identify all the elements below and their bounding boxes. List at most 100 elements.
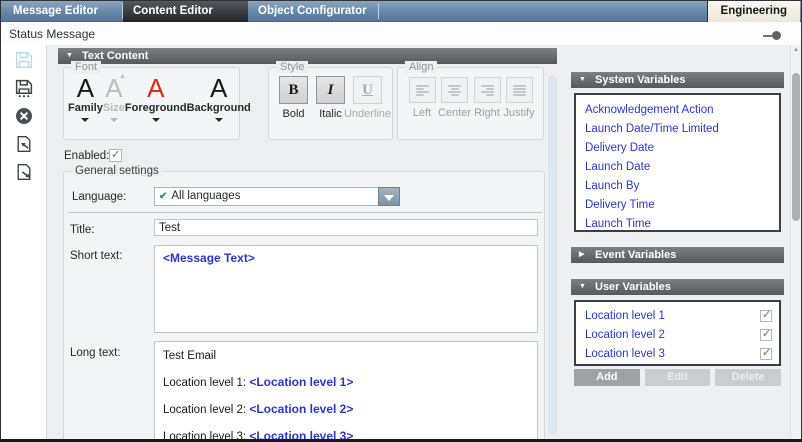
long-text-label: Long text:: [70, 347, 121, 359]
system-variable-link[interactable]: Launch By: [576, 177, 779, 196]
tab-engineering[interactable]: Engineering: [707, 1, 800, 22]
style-group-label: Style: [276, 61, 308, 73]
user-variables-header[interactable]: ▼ User Variables: [571, 279, 784, 295]
scrollbar-up-icon[interactable]: ▲: [791, 47, 801, 53]
enabled-label: Enabled:: [64, 150, 109, 162]
divider: [68, 212, 542, 213]
font-tool-button[interactable]: A ▲ Family: [68, 74, 103, 136]
event-variables-header[interactable]: ▶ Event Variables: [571, 247, 784, 263]
style-glyph: B: [288, 82, 298, 99]
message-text-placeholder[interactable]: <Message Text>: [163, 251, 255, 265]
title-input[interactable]: [154, 219, 538, 236]
system-variable-link[interactable]: Launch Date/Time Limited: [576, 120, 779, 139]
align-lines-icon: [513, 84, 526, 97]
user-variable-checkbox[interactable]: [760, 310, 772, 322]
system-variables-list: Acknowledgement Action Launch Date/Time …: [574, 93, 781, 232]
align-button[interactable]: [506, 77, 533, 103]
font-letter-icon: A: [77, 74, 94, 102]
long-text-placeholder[interactable]: <Location level 2>: [249, 402, 353, 416]
style-button-label: Bold: [282, 108, 304, 120]
chevron-down-icon[interactable]: [81, 118, 89, 122]
font-tool-label: Size: [103, 102, 125, 114]
long-text-field[interactable]: Test Email Location level 1: <Location l…: [154, 341, 538, 442]
panel-button[interactable]: Delete: [715, 369, 781, 386]
short-text-field[interactable]: <Message Text>: [154, 245, 538, 333]
system-variable-link[interactable]: Acknowledgement Action: [576, 101, 779, 120]
font-tool-button[interactable]: A ▲ Background: [187, 74, 251, 136]
panel-button[interactable]: Edit: [645, 369, 711, 386]
align-button[interactable]: [474, 77, 501, 103]
scrollbar-thumb[interactable]: [792, 73, 800, 221]
pin-icon[interactable]: [763, 31, 781, 40]
tab-object-configurator[interactable]: Object Configurator: [248, 1, 378, 22]
chevron-down-icon[interactable]: [215, 118, 223, 122]
font-group: Font A ▲ Family A ▲ Size: [63, 67, 240, 140]
align-items: Left Center Right: [406, 77, 535, 119]
enabled-checkbox[interactable]: [109, 149, 122, 162]
align-button-label: Right: [474, 107, 500, 119]
long-text-placeholder[interactable]: <Location level 1>: [249, 375, 353, 389]
user-variable-row: Location level 1: [576, 306, 779, 325]
title-label: Title:: [70, 224, 95, 236]
font-letter-icon: A: [147, 74, 164, 102]
short-text-label: Short text:: [70, 250, 122, 262]
align-button[interactable]: [409, 77, 436, 103]
style-button-label: Italic: [319, 108, 342, 120]
expand-arrow-icon: ▶: [579, 247, 584, 263]
style-toggle-button[interactable]: B: [279, 76, 308, 104]
pin-stem: [763, 35, 772, 37]
font-items: A ▲ Family A ▲ Size A ▲: [68, 74, 235, 136]
export-icon[interactable]: [14, 162, 34, 182]
font-tool-button[interactable]: A ▲ Foreground: [125, 74, 187, 136]
chevron-down-icon[interactable]: [110, 118, 118, 122]
page-title: Status Message: [9, 27, 95, 41]
style-glyph: U: [362, 82, 373, 99]
user-variable-checkbox[interactable]: [760, 329, 772, 341]
collapse-arrow-icon: ▼: [579, 72, 586, 88]
import-icon[interactable]: [14, 134, 34, 154]
chevron-down-icon[interactable]: [152, 118, 160, 122]
content-scrollbar[interactable]: [548, 76, 557, 434]
tab-content-editor[interactable]: Content Editor: [123, 1, 248, 22]
tab-message-editor[interactable]: Message Editor: [3, 1, 122, 22]
save-as-icon[interactable]: [14, 78, 34, 98]
user-variables-list: Location level 1 Location level 2 Locati…: [574, 300, 781, 366]
user-variable-checkbox[interactable]: [760, 348, 772, 360]
long-text-line-prefix: Location level 3:: [163, 431, 249, 442]
system-variable-link[interactable]: Delivery Date: [576, 139, 779, 158]
font-tool-button[interactable]: A ▲ Size: [103, 74, 125, 136]
system-variable-link[interactable]: Launch Time: [576, 215, 779, 234]
long-text-line: Location level 2: <Location level 2>: [163, 401, 529, 418]
language-combobox[interactable]: ✔All languages: [154, 187, 400, 206]
cancel-icon[interactable]: [14, 106, 34, 126]
font-tool-label: Background: [187, 102, 251, 114]
panel-button[interactable]: Add: [574, 369, 640, 386]
long-text-line: Location level 1: <Location level 1>: [163, 374, 529, 391]
style-toggle-button[interactable]: I: [316, 76, 345, 104]
right-scrollbar[interactable]: ▲: [790, 45, 801, 439]
font-tool-label: Family: [68, 102, 103, 114]
system-variable-link[interactable]: Launch Date: [576, 158, 779, 177]
user-variable-link[interactable]: Location level 2: [585, 329, 665, 341]
user-variables-buttons: Add Edit Delete: [574, 369, 781, 386]
user-variables-title: User Variables: [595, 279, 671, 295]
user-variable-row: Location level 2: [576, 325, 779, 344]
style-toggle-button[interactable]: U: [353, 76, 382, 104]
language-combobox-field[interactable]: ✔All languages: [154, 187, 379, 206]
user-variable-link[interactable]: Location level 3: [585, 348, 665, 360]
top-tab-bar: Message Editor Content Editor Object Con…: [1, 1, 801, 22]
font-group-label: Font: [71, 61, 101, 73]
align-lines-icon: [481, 84, 494, 97]
system-variable-link[interactable]: Delivery Time: [576, 196, 779, 215]
language-label: Language:: [72, 191, 126, 203]
align-button-label: Left: [413, 107, 431, 119]
language-dropdown-button[interactable]: [378, 187, 400, 206]
system-variables-header[interactable]: ▼ System Variables: [571, 72, 784, 88]
general-settings-group: General settings Language: ✔All language…: [63, 171, 545, 442]
align-button[interactable]: [441, 77, 468, 103]
long-text-placeholder[interactable]: <Location level 3>: [249, 429, 353, 442]
style-group: Style B Bold I Italic U Underlin: [268, 67, 393, 140]
save-icon[interactable]: [14, 50, 34, 70]
user-variable-link[interactable]: Location level 1: [585, 310, 665, 322]
align-group-label: Align: [405, 61, 437, 73]
